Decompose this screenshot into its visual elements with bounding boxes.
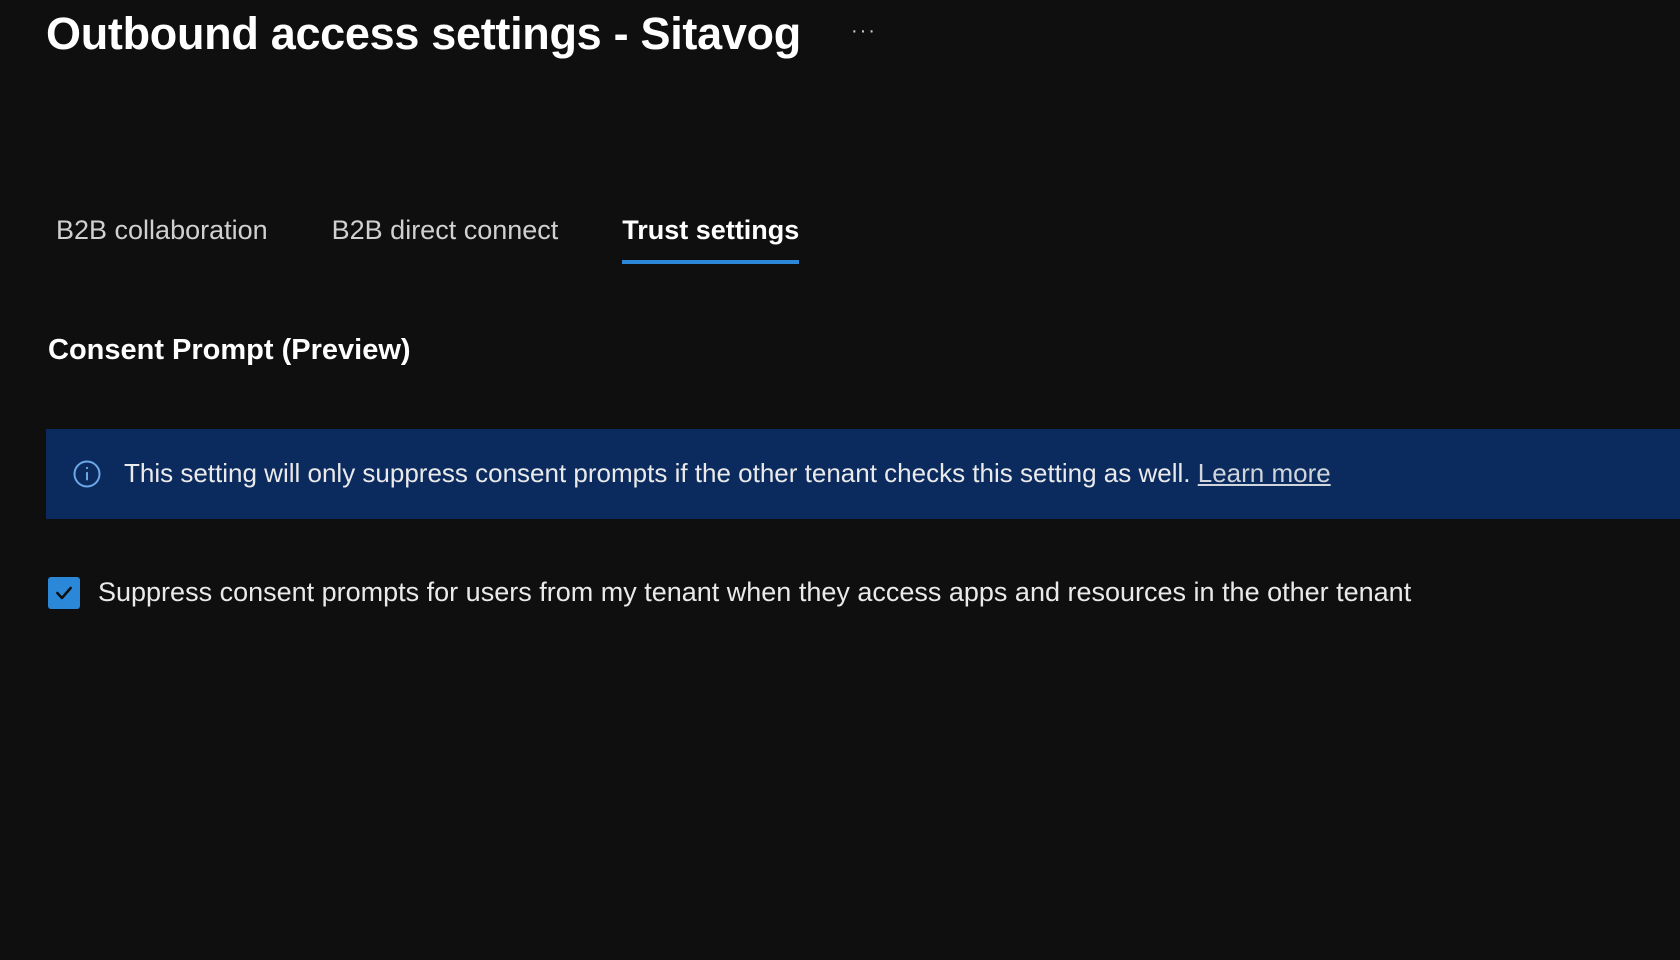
info-text-main: This setting will only suppress consent … (124, 458, 1198, 488)
info-icon (72, 459, 102, 489)
section-heading: Consent Prompt (Preview) (48, 334, 1680, 367)
more-actions-icon[interactable]: ··· (851, 20, 877, 49)
tab-b2b-direct-connect[interactable]: B2B direct connect (332, 215, 559, 264)
info-banner-text: This setting will only suppress consent … (124, 457, 1331, 491)
suppress-consent-label[interactable]: Suppress consent prompts for users from … (98, 577, 1411, 608)
suppress-consent-checkbox[interactable] (48, 577, 80, 609)
tab-trust-settings[interactable]: Trust settings (622, 215, 799, 264)
learn-more-link[interactable]: Learn more (1198, 458, 1331, 488)
page-title: Outbound access settings - Sitavog (46, 8, 801, 60)
page-header: Outbound access settings - Sitavog ··· (46, 8, 1680, 60)
suppress-consent-option: Suppress consent prompts for users from … (48, 577, 1680, 609)
tab-bar: B2B collaboration B2B direct connect Tru… (56, 215, 1680, 264)
tab-b2b-collaboration[interactable]: B2B collaboration (56, 215, 268, 264)
info-banner: This setting will only suppress consent … (46, 429, 1680, 519)
